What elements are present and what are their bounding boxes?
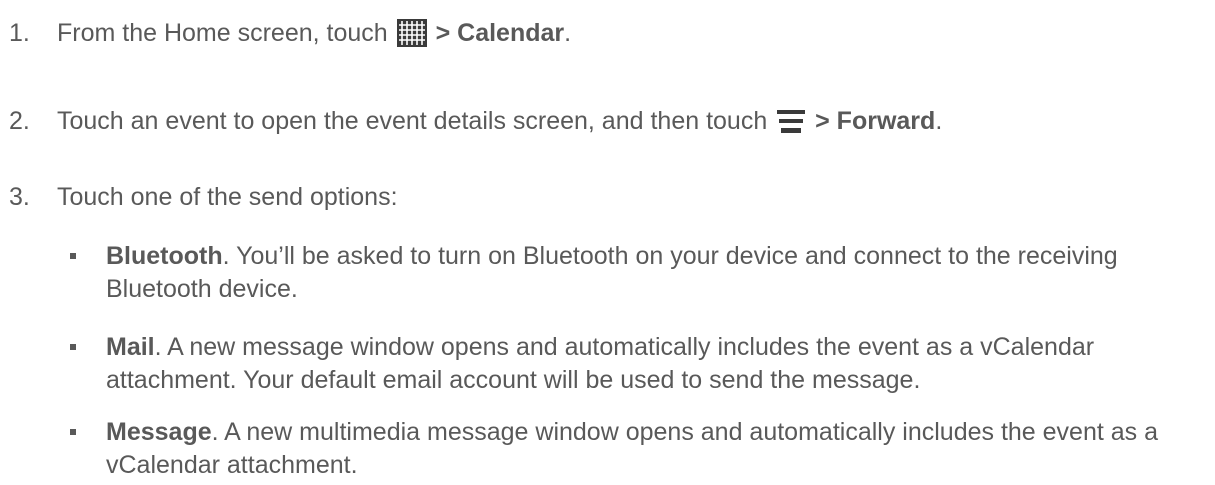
step-prefix: Touch an event to open the event details… <box>57 107 775 135</box>
apps-grid-icon <box>396 19 427 54</box>
option-desc: . A new multimedia message window opens … <box>106 418 1158 479</box>
step-suffix: . <box>935 107 943 135</box>
step-action: > Forward <box>815 107 936 135</box>
step-prefix: From the Home screen, touch <box>57 19 395 47</box>
option-desc: . You’ll be asked to turn on Bluetooth o… <box>106 242 1118 303</box>
step-suffix: . <box>564 19 572 47</box>
step-number: 3. <box>9 183 30 211</box>
step-number: 2. <box>9 107 30 135</box>
step-action: > Calendar <box>435 19 565 47</box>
option-text: Message. A new multimedia message window… <box>106 416 1196 482</box>
step-text: From the Home screen, touch > Calendar. <box>57 18 571 54</box>
option-title: Message <box>106 418 212 446</box>
step-text: Touch one of the send options: <box>57 183 398 211</box>
option-title: Bluetooth <box>106 242 223 270</box>
option-title: Mail <box>106 333 155 361</box>
menu-icon <box>776 109 806 142</box>
step-number: 1. <box>9 19 30 47</box>
option-text: Mail. A new message window opens and aut… <box>106 331 1196 397</box>
option-text: Bluetooth. You’ll be asked to turn on Bl… <box>106 240 1196 306</box>
option-desc: . A new message window opens and automat… <box>106 333 1095 394</box>
step-text: Touch an event to open the event details… <box>57 106 942 142</box>
